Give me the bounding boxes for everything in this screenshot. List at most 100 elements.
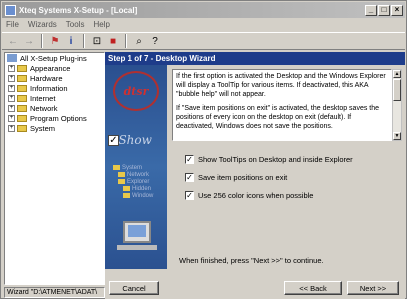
- app-icon: [5, 4, 16, 16]
- minimize-button[interactable]: _: [365, 4, 377, 16]
- folder-icon: [118, 172, 125, 177]
- folder-icon: [17, 64, 27, 72]
- toolbar: ← → ⚑ i ⊡ ■ ⌕ ?: [2, 32, 405, 50]
- back-arrow-icon[interactable]: ←: [6, 34, 20, 48]
- option-save-positions[interactable]: ✓ Save item positions on exit: [185, 173, 287, 182]
- folder-icon: [17, 114, 27, 122]
- folder-icon: [123, 193, 130, 198]
- folder-icon: [17, 94, 27, 102]
- art-tree-label: Window: [132, 192, 154, 199]
- art-tree-label: Hidden: [132, 185, 152, 192]
- forward-arrow-icon[interactable]: →: [22, 34, 36, 48]
- tree-item-program-options[interactable]: + Program Options: [5, 113, 104, 123]
- expand-icon[interactable]: +: [8, 114, 15, 122]
- info-scrollbar[interactable]: ▲ ▼: [392, 69, 402, 141]
- stop-icon[interactable]: ■: [106, 34, 120, 48]
- expand-icon[interactable]: +: [8, 84, 15, 92]
- scroll-up-icon[interactable]: ▲: [393, 70, 401, 78]
- tree-item-label: Appearance: [30, 63, 71, 73]
- tree-item-label: Internet: [30, 93, 56, 103]
- keyboard-icon: [117, 245, 157, 250]
- finish-instruction: When finished, press "Next >>" to contin…: [179, 256, 324, 265]
- toolbar-separator: [41, 34, 43, 48]
- computer-icon: [7, 54, 17, 62]
- wizard-side-art: dtsr Show ✓ System Network Explorer Hidd…: [105, 65, 167, 269]
- expand-icon[interactable]: +: [8, 94, 15, 102]
- tree-item-label: Program Options: [30, 113, 87, 123]
- expand-icon[interactable]: +: [8, 74, 15, 82]
- art-tree-row: System: [113, 164, 153, 171]
- checkbox-show-tooltips[interactable]: ✓: [185, 155, 194, 164]
- folder-icon: [123, 186, 130, 191]
- toolbar-separator: [83, 34, 85, 48]
- menu-tools[interactable]: Tools: [66, 20, 85, 29]
- info-paragraph: If the first option is activated the Des…: [176, 73, 386, 98]
- wizard-step-header: Step 1 of 7 - Desktop Wizard: [105, 52, 405, 65]
- art-tree-label: System: [122, 164, 143, 171]
- cancel-button[interactable]: Cancel: [109, 281, 159, 295]
- expand-icon[interactable]: +: [8, 64, 15, 72]
- folder-icon: [118, 179, 125, 184]
- folder-icon: [17, 104, 27, 112]
- info-text-box[interactable]: If the first option is activated the Des…: [172, 69, 392, 141]
- wizard-pane: Step 1 of 7 - Desktop Wizard dtsr Show ✓…: [105, 52, 405, 299]
- back-button[interactable]: << Back: [284, 281, 342, 295]
- wizard-logo: dtsr: [113, 71, 159, 111]
- wizard-icon[interactable]: ⚑: [48, 34, 62, 48]
- checkbox-save-positions[interactable]: ✓: [185, 173, 194, 182]
- scroll-down-icon[interactable]: ▼: [393, 132, 401, 140]
- art-tree-label: Network: [127, 171, 150, 178]
- tree-item-label: System: [30, 123, 56, 133]
- search-icon[interactable]: ⌕: [132, 34, 146, 48]
- option-label: Use 256 color icons when possible: [198, 191, 314, 200]
- tree-item-hardware[interactable]: + Hardware: [5, 73, 104, 83]
- window-title: Xteq Systems X-Setup - [Local]: [19, 5, 138, 15]
- art-tree-row: Explorer: [113, 178, 153, 185]
- scroll-thumb[interactable]: [393, 79, 401, 101]
- info-icon[interactable]: i: [64, 34, 78, 48]
- checkmark-icon: ✓: [108, 135, 119, 146]
- tree-item-appearance[interactable]: + Appearance: [5, 63, 104, 73]
- folder-icon: [17, 84, 27, 92]
- expand-icon[interactable]: +: [8, 104, 15, 112]
- option-show-tooltips[interactable]: ✓ Show ToolTips on Desktop and inside Ex…: [185, 155, 353, 164]
- close-button[interactable]: ×: [391, 4, 403, 16]
- menu-file[interactable]: File: [6, 20, 19, 29]
- plugin-tree[interactable]: All X-Setup Plug-ins + Appearance + Hard…: [4, 52, 105, 285]
- tree-item-information[interactable]: + Information: [5, 83, 104, 93]
- option-label: Save item positions on exit: [198, 173, 288, 182]
- menu-wizards[interactable]: Wizards: [28, 20, 57, 29]
- tree-root[interactable]: All X-Setup Plug-ins: [5, 53, 104, 63]
- window-controls: _ □ ×: [365, 4, 403, 16]
- menu-help[interactable]: Help: [93, 20, 109, 29]
- option-label: Show ToolTips on Desktop and inside Expl…: [198, 155, 353, 164]
- status-bar: Wizard "D:\ATMENET\ADAT\: [4, 287, 105, 298]
- folder-icon: [113, 165, 120, 170]
- option-256-color[interactable]: ✓ Use 256 color icons when possible: [185, 191, 313, 200]
- tree-item-internet[interactable]: + Internet: [5, 93, 104, 103]
- folder-icon: [17, 124, 27, 132]
- toolbar-separator: [125, 34, 127, 48]
- tree-item-label: Network: [30, 103, 58, 113]
- art-tree-row: Network: [113, 171, 153, 178]
- lock-icon[interactable]: ⊡: [90, 34, 104, 48]
- tree-item-network[interactable]: + Network: [5, 103, 104, 113]
- checkbox-256-color[interactable]: ✓: [185, 191, 194, 200]
- maximize-button[interactable]: □: [378, 4, 390, 16]
- tree-root-label: All X-Setup Plug-ins: [20, 53, 87, 63]
- info-paragraph: If "Save item positions on exit" is acti…: [176, 105, 380, 130]
- tree-item-system[interactable]: + System: [5, 123, 104, 133]
- menu-bar: File Wizards Tools Help: [2, 18, 405, 31]
- art-tree-label: Explorer: [127, 178, 150, 185]
- help-icon[interactable]: ?: [148, 34, 162, 48]
- art-folder-tree: System Network Explorer Hidden Window: [113, 164, 153, 199]
- computer-icon: [123, 221, 151, 243]
- tree-item-label: Hardware: [30, 73, 63, 83]
- show-art-label: Show: [118, 133, 152, 147]
- expand-icon[interactable]: +: [8, 124, 15, 132]
- folder-icon: [17, 74, 27, 82]
- art-tree-row: Window: [113, 192, 153, 199]
- title-bar[interactable]: Xteq Systems X-Setup - [Local] _ □ ×: [2, 2, 405, 18]
- next-button[interactable]: Next >>: [347, 281, 399, 295]
- app-window: Xteq Systems X-Setup - [Local] _ □ × Fil…: [0, 0, 407, 299]
